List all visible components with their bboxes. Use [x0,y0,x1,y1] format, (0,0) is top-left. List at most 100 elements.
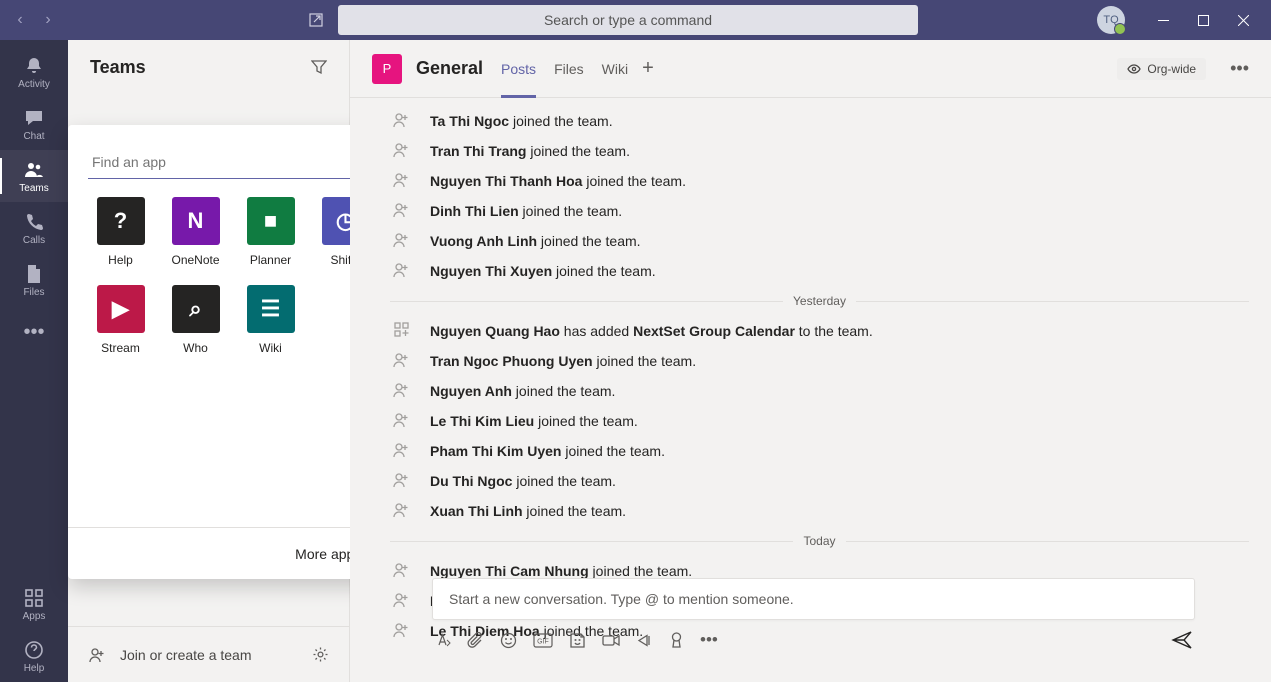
back-button[interactable]: ‹ [8,8,32,32]
app-icon: ⌕ [172,285,220,333]
app-tile-wiki[interactable]: ☰Wiki [238,285,303,355]
person-add-icon [390,380,414,399]
person-add-icon [390,500,414,519]
gear-icon[interactable] [312,646,329,663]
rail-chat[interactable]: Chat [0,98,68,150]
feed-row: Nguyen Quang Hao has added NextSet Group… [390,316,1249,346]
feed-text: Tran Ngoc Phuong Uyen joined the team. [430,350,696,372]
feed-row: Le Thi Kim Lieu joined the team. [390,406,1249,436]
rail-label: Chat [23,131,44,142]
divider-label: Today [803,534,835,548]
app-tile-planner[interactable]: ■Planner [238,197,303,267]
person-add-icon [390,590,414,609]
feed-row: Tran Ngoc Phuong Uyen joined the team. [390,346,1249,376]
find-app-row [88,145,378,179]
app-rail: Activity Chat Teams Calls Files ••• Apps Help [0,40,68,682]
app-label: Planner [250,253,291,267]
tab-wiki[interactable]: Wiki [602,40,628,98]
app-tile-onenote[interactable]: NOneNote [163,197,228,267]
close-button[interactable] [1223,0,1263,40]
format-icon[interactable] [434,632,451,649]
app-add-icon [390,320,414,339]
person-add-icon [390,560,414,579]
meet-icon[interactable] [602,633,620,648]
new-window-icon[interactable] [304,8,328,32]
person-add-icon [390,170,414,189]
compose-input[interactable]: Start a new conversation. Type @ to ment… [432,578,1195,620]
person-add-icon [390,620,414,639]
feed-text: Du Thi Ngoc joined the team. [430,470,616,492]
tab-posts[interactable]: Posts [501,40,536,98]
app-icon: ▶ [97,285,145,333]
rail-teams[interactable]: Teams [0,150,68,202]
org-wide-badge[interactable]: Org-wide [1117,58,1206,80]
app-label: Who [183,341,208,355]
app-label: Stream [101,341,140,355]
eye-icon [1127,62,1141,76]
titlebar: ‹ › Search or type a command TQ [0,0,1271,40]
gif-icon[interactable]: GIF [533,633,553,648]
send-button[interactable] [1171,630,1193,650]
feed-text: Xuan Thi Linh joined the team. [430,500,626,522]
feed-text: Tran Thi Trang joined the team. [430,140,630,162]
feed-text: Nguyen Thi Xuyen joined the team. [430,260,656,282]
search-input[interactable]: Search or type a command [338,5,918,35]
rail-activity[interactable]: Activity [0,46,68,98]
app-label: Wiki [259,341,282,355]
svg-text:GIF: GIF [537,638,549,645]
feed-text: Vuong Anh Linh joined the team. [430,230,641,252]
feed-row: Xuan Thi Linh joined the team. [390,496,1249,526]
rail-label: Files [23,287,44,298]
date-divider: Yesterday [390,294,1249,308]
feed-text: Dinh Thi Lien joined the team. [430,200,622,222]
channel-more-button[interactable]: ••• [1230,58,1249,79]
join-create-team[interactable]: Join or create a team [68,626,349,682]
forward-button[interactable]: › [36,8,60,32]
chat-icon [24,107,44,129]
join-team-label: Join or create a team [120,647,298,663]
feed-row: Nguyen Thi Thanh Hoa joined the team. [390,166,1249,196]
tab-files[interactable]: Files [554,40,584,98]
rail-more[interactable]: ••• [0,306,68,358]
person-add-icon [390,260,414,279]
rail-files[interactable]: Files [0,254,68,306]
more-apps-button[interactable]: More apps › [68,527,398,579]
stream-icon[interactable] [636,632,653,649]
feed-text: Nguyen Anh joined the team. [430,380,615,402]
maximize-button[interactable] [1183,0,1223,40]
filter-icon[interactable] [311,59,327,75]
pane-title: Teams [90,57,146,78]
person-add-icon [390,410,414,429]
compose-more-icon[interactable]: ••• [700,630,718,650]
feed-text: Nguyen Thi Thanh Hoa joined the team. [430,170,686,192]
app-tile-who[interactable]: ⌕ Who [163,285,228,355]
app-tile-stream[interactable]: ▶ Stream [88,285,153,355]
feed-row: Pham Thi Kim Uyen joined the team. [390,436,1249,466]
minimize-button[interactable] [1143,0,1183,40]
file-icon [25,263,43,285]
feed-text: Pham Thi Kim Uyen joined the team. [430,440,665,462]
rail-calls[interactable]: Calls [0,202,68,254]
find-app-input[interactable] [92,154,350,170]
rail-apps[interactable]: Apps [0,578,68,630]
emoji-icon[interactable] [500,632,517,649]
attach-icon[interactable] [467,632,484,649]
feed-row: Nguyen Anh joined the team. [390,376,1249,406]
phone-icon [24,211,44,233]
channel-name: General [416,58,483,79]
rail-help[interactable]: Help [0,630,68,682]
feed-row: Du Thi Ngoc joined the team. [390,466,1249,496]
add-tab-button[interactable]: + [642,57,654,80]
sticker-icon[interactable] [569,632,586,649]
rail-label: Calls [23,235,45,246]
divider-label: Yesterday [793,294,846,308]
app-tile-help[interactable]: ?Help [88,197,153,267]
org-wide-label: Org-wide [1147,62,1196,76]
avatar[interactable]: TQ [1097,6,1125,34]
praise-icon[interactable] [669,632,684,649]
feed-row: Tran Thi Trang joined the team. [390,136,1249,166]
rail-label: Help [24,663,45,674]
help-icon [24,639,44,661]
apps-popup: ?HelpNOneNote■Planner◷Shifts▶Stream⌕Who☰… [68,125,398,579]
person-add-icon [390,200,414,219]
